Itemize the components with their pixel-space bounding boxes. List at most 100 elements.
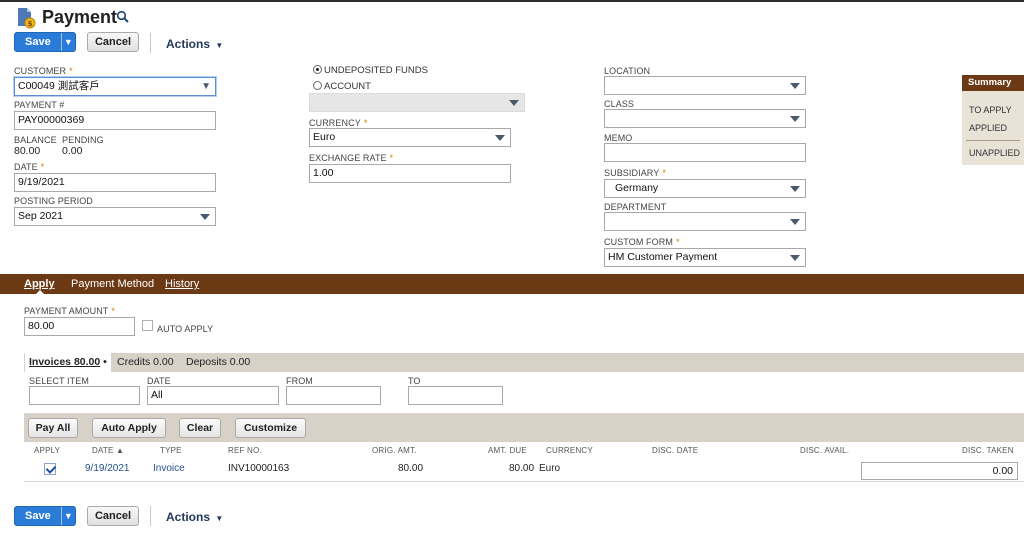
col-disc-taken[interactable]: DISC. TAKEN xyxy=(962,446,1014,455)
tab-history[interactable]: History xyxy=(165,274,199,294)
actions-menu-bottom[interactable]: Actions ▼ xyxy=(166,510,223,524)
col-date[interactable]: DATE ▲ xyxy=(92,446,124,455)
chevron-down-icon xyxy=(790,186,800,192)
summary-applied: APPLIED xyxy=(969,123,1008,133)
payment-no-field[interactable]: PAY00000369 xyxy=(14,111,216,130)
apply-checkbox-checked[interactable] xyxy=(44,463,56,475)
posting-period-label: POSTING PERIOD xyxy=(14,196,93,206)
tab-payment-method[interactable]: Payment Method xyxy=(71,274,154,294)
custom-form-label: CUSTOM FORM * xyxy=(604,237,680,247)
row-type-link[interactable]: Invoice xyxy=(153,463,185,474)
col-currency[interactable]: CURRENCY xyxy=(546,446,593,455)
memo-label: MEMO xyxy=(604,133,633,143)
cancel-button[interactable]: Cancel xyxy=(87,32,139,52)
filter-date-field[interactable]: All xyxy=(147,386,279,405)
clear-button[interactable]: Clear xyxy=(179,418,221,438)
subtab-invoices-label: Invoices 80.00 xyxy=(29,356,101,368)
page-title: Payment xyxy=(42,7,118,27)
search-icon[interactable] xyxy=(116,10,130,24)
date-value: 9/19/2021 xyxy=(18,176,65,188)
exchange-rate-field[interactable]: 1.00 xyxy=(309,164,511,183)
customer-field[interactable]: C00049 測試客戶 ▼ xyxy=(14,77,216,96)
top-border xyxy=(0,0,1024,2)
filter-from-field[interactable] xyxy=(286,386,381,405)
summary-panel: Summary TO APPLY APPLIED UNAPPLIED xyxy=(962,75,1024,165)
filter-to-field[interactable] xyxy=(408,386,503,405)
subtab-invoices[interactable]: Invoices 80.00 • xyxy=(25,353,111,372)
col-amt-due[interactable]: AMT. DUE xyxy=(488,446,527,455)
actions-label: Actions xyxy=(166,37,211,51)
row-currency: Euro xyxy=(539,463,561,474)
auto-apply-button[interactable]: Auto Apply xyxy=(92,418,166,438)
summary-title: Summary xyxy=(962,75,1024,91)
subsidiary-value: Germany xyxy=(615,182,659,194)
actions-menu[interactable]: Actions ▼ xyxy=(166,37,223,51)
payment-amount-value: 80.00 xyxy=(28,320,55,332)
save-menu-chevron-icon[interactable]: ▼ xyxy=(60,33,75,51)
currency-label: CURRENCY * xyxy=(309,118,368,128)
save-label: Save xyxy=(25,36,51,48)
cancel-button-bottom[interactable]: Cancel xyxy=(87,506,139,526)
apply-subtab-bar: Invoices 80.00 • Credits 0.00 Deposits 0… xyxy=(24,353,1024,372)
posting-period-value: Sep 2021 xyxy=(18,210,63,222)
payment-no-label: PAYMENT # xyxy=(14,100,65,110)
custom-form-value: HM Customer Payment xyxy=(608,251,718,263)
radio-selected-icon xyxy=(313,65,322,74)
col-disc-date[interactable]: DISC. DATE xyxy=(652,446,698,455)
col-apply[interactable]: APPLY xyxy=(34,446,60,455)
double-chevron-down-icon[interactable]: ▼ xyxy=(201,79,211,94)
col-type[interactable]: TYPE xyxy=(160,446,182,455)
auto-apply-checkbox[interactable] xyxy=(142,320,153,331)
tab-apply[interactable]: Apply xyxy=(24,274,55,295)
currency-select[interactable]: Euro xyxy=(309,128,511,147)
svg-text:$: $ xyxy=(28,20,33,28)
sort-ascending-icon: ▲ xyxy=(115,446,125,455)
summary-divider xyxy=(966,140,1020,141)
exchange-rate-value: 1.00 xyxy=(313,167,334,179)
select-item-field[interactable] xyxy=(29,386,140,405)
chevron-down-icon xyxy=(790,116,800,122)
invoice-table-header: APPLY DATE ▲ TYPE REF NO. ORIG. AMT. AMT… xyxy=(24,442,1024,460)
memo-field[interactable] xyxy=(604,143,806,162)
payment-no-value: PAY00000369 xyxy=(18,114,85,126)
account-radio[interactable]: ACCOUNT xyxy=(313,81,371,92)
undeposited-funds-radio[interactable]: UNDEPOSITED FUNDS xyxy=(313,65,428,76)
account-select xyxy=(309,93,525,112)
currency-value: Euro xyxy=(313,131,336,143)
pending-label: PENDING xyxy=(62,135,104,145)
subtab-credits[interactable]: Credits 0.00 xyxy=(117,353,174,372)
col-disc-avail[interactable]: DISC. AVAIL. xyxy=(800,446,849,455)
col-orig-amt[interactable]: ORIG. AMT. xyxy=(372,446,417,455)
class-select[interactable] xyxy=(604,109,806,128)
row-date-link[interactable]: 9/19/2021 xyxy=(85,463,130,474)
tab-apply-label: Apply xyxy=(24,278,55,290)
table-row: 9/19/2021 Invoice INV10000163 80.00 80.0… xyxy=(24,460,1024,482)
col-ref-no[interactable]: REF NO. xyxy=(228,446,262,455)
col-date-label: DATE xyxy=(92,446,114,455)
actions-label-bottom: Actions xyxy=(166,510,211,524)
save-button[interactable]: Save ▼ xyxy=(14,32,76,52)
row-orig-amt: 80.00 xyxy=(398,463,424,474)
tab-history-label: History xyxy=(165,278,200,290)
pay-all-button[interactable]: Pay All xyxy=(28,418,78,438)
chevron-down-icon xyxy=(790,219,800,225)
posting-period-select[interactable]: Sep 2021 xyxy=(14,207,216,226)
chevron-down-icon xyxy=(509,100,519,106)
subsidiary-select[interactable]: Germany xyxy=(604,179,806,198)
filter-to-label: TO xyxy=(408,376,421,386)
date-field[interactable]: 9/19/2021 xyxy=(14,173,216,192)
custom-form-select[interactable]: HM Customer Payment xyxy=(604,248,806,267)
save-menu-chevron-icon[interactable]: ▼ xyxy=(60,507,75,525)
customize-button[interactable]: Customize xyxy=(235,418,306,438)
subtab-deposits[interactable]: Deposits 0.00 xyxy=(186,353,250,372)
save-button-bottom[interactable]: Save ▼ xyxy=(14,506,76,526)
chevron-down-icon xyxy=(495,135,505,141)
undeposited-funds-label: UNDEPOSITED FUNDS xyxy=(324,65,428,76)
department-label: DEPARTMENT xyxy=(604,202,667,212)
department-select[interactable] xyxy=(604,212,806,231)
payment-amount-field[interactable]: 80.00 xyxy=(24,317,135,336)
chevron-down-icon: ▼ xyxy=(215,514,224,523)
location-select[interactable] xyxy=(604,76,806,95)
auto-apply-label: AUTO APPLY xyxy=(157,324,214,334)
disc-taken-field[interactable]: 0.00 xyxy=(861,462,1018,480)
